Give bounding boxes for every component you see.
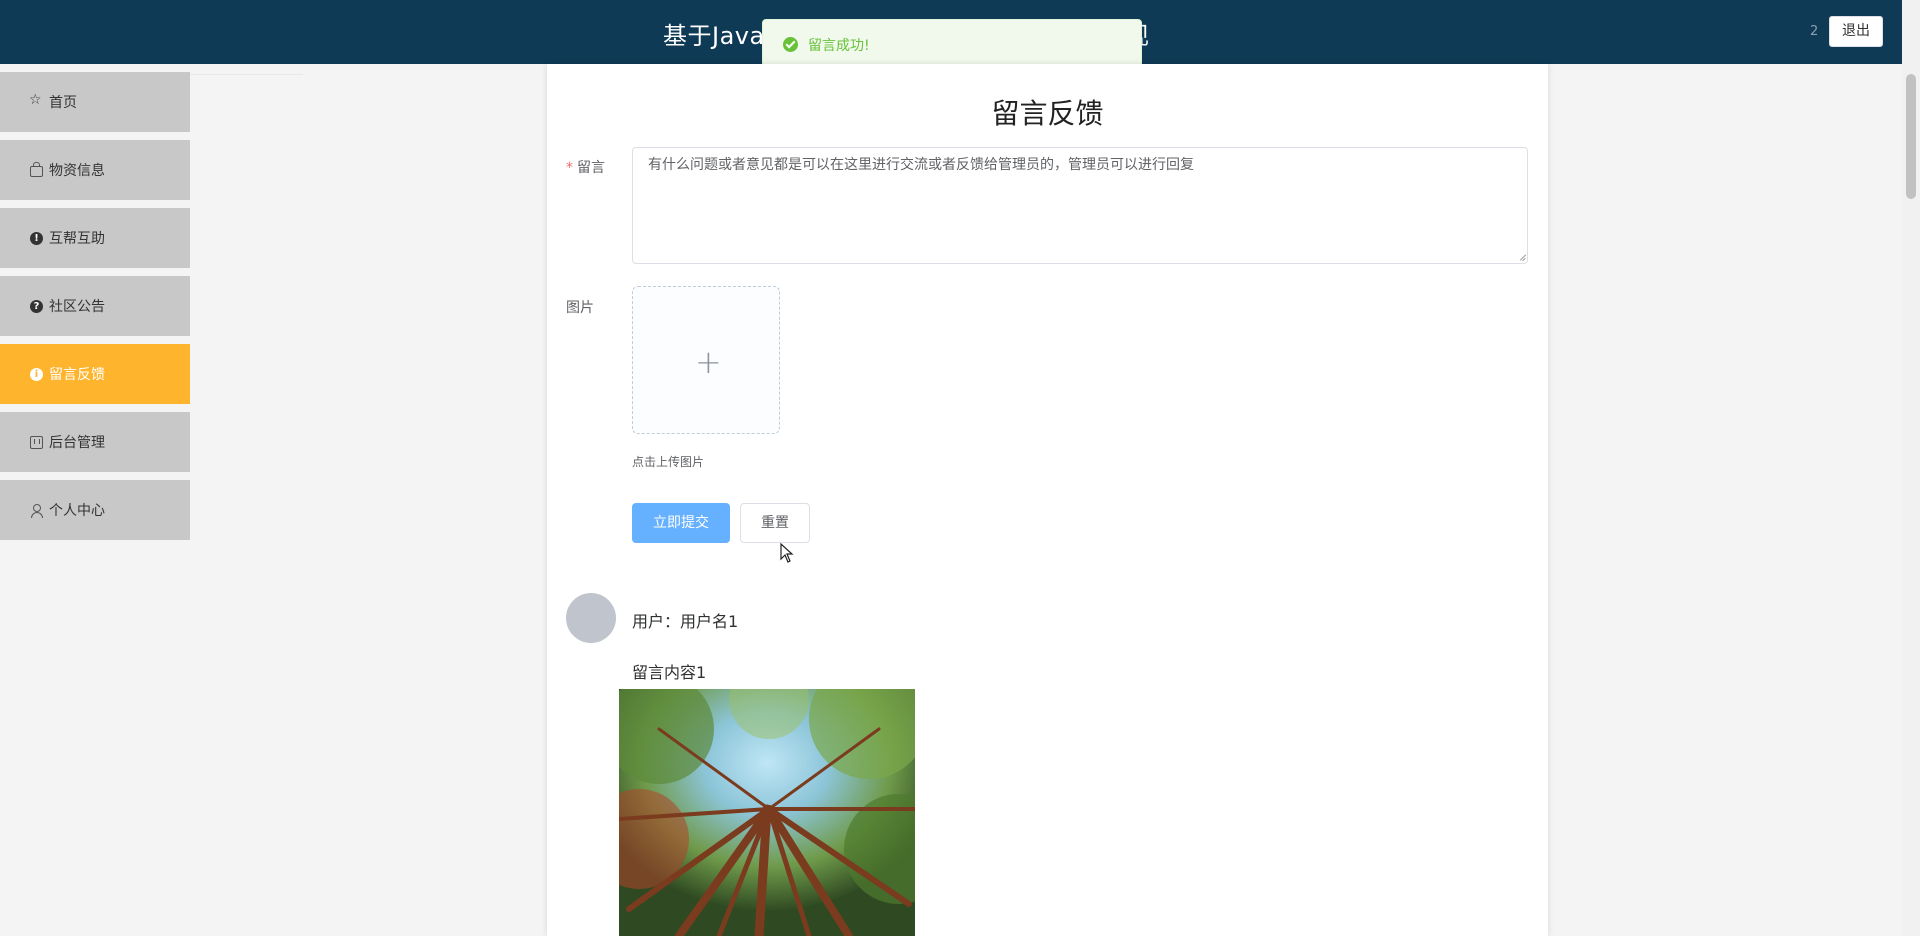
box-icon xyxy=(30,435,43,449)
message-textarea[interactable]: 有什么问题或者意见都是可以在这里进行交流或者反馈给管理员的，管理员可以进行回复 xyxy=(632,147,1528,264)
exclamation-icon: ! xyxy=(30,231,43,245)
logout-button[interactable]: 退出 xyxy=(1829,16,1883,47)
sidebar-item-profile[interactable]: 个人中心 xyxy=(0,480,190,540)
message-label: * 留言 xyxy=(566,157,605,177)
info-icon: i xyxy=(30,367,43,381)
plus-icon: + xyxy=(695,343,722,381)
sidebar-item-label: 互帮互助 xyxy=(49,231,105,247)
toast-message: 留言成功! xyxy=(808,38,870,54)
required-asterisk: * xyxy=(566,160,573,176)
sidebar-item-home[interactable]: 首页 xyxy=(0,72,190,132)
sidebar-item-feedback[interactable]: i 留言反馈 xyxy=(0,344,190,404)
message-label-text: 留言 xyxy=(577,160,605,176)
divider xyxy=(190,74,303,75)
sidebar-item-mutual-help[interactable]: ! 互帮互助 xyxy=(0,208,190,268)
sidebar-item-label: 个人中心 xyxy=(49,503,105,519)
success-check-icon xyxy=(783,37,798,52)
success-toast: 留言成功! xyxy=(762,19,1142,67)
sidebar-item-label: 留言反馈 xyxy=(49,367,105,383)
sidebar-item-label: 物资信息 xyxy=(49,163,105,179)
resize-handle-icon[interactable] xyxy=(1517,252,1526,261)
submit-button[interactable]: 立即提交 xyxy=(632,503,730,543)
feedback-panel: 留言反馈 * 留言 有什么问题或者意见都是可以在这里进行交流或者反馈给管理员的，管… xyxy=(547,64,1548,936)
sidebar-item-label: 社区公告 xyxy=(49,299,105,315)
mouse-cursor-icon xyxy=(780,543,794,563)
image-upload[interactable]: + xyxy=(632,286,780,434)
user-icon xyxy=(30,503,43,518)
page-scrollbar[interactable] xyxy=(1902,0,1920,936)
site-title: 基于Java现 xyxy=(663,16,1149,51)
message-image xyxy=(619,689,915,936)
sidebar-nav: 首页 物资信息 ! 互帮互助 ? 社区公告 i 留言反馈 后台管理 个人中心 xyxy=(0,72,190,548)
sidebar-item-announcements[interactable]: ? 社区公告 xyxy=(0,276,190,336)
star-icon xyxy=(29,92,43,109)
user-indicator: 2 xyxy=(1810,24,1819,39)
message-content: 留言内容1 xyxy=(632,663,707,682)
upload-tip: 点击上传图片 xyxy=(632,455,705,469)
sidebar-item-label: 后台管理 xyxy=(49,435,105,451)
image-label: 图片 xyxy=(566,300,594,316)
sidebar-item-label: 首页 xyxy=(49,95,77,111)
site-title-left: 基于Java xyxy=(663,22,765,50)
page-title: 留言反馈 xyxy=(991,97,1104,130)
avatar xyxy=(566,593,616,643)
question-icon: ? xyxy=(30,299,43,313)
bag-icon xyxy=(30,161,43,177)
reset-button[interactable]: 重置 xyxy=(740,503,810,543)
scrollbar-thumb[interactable] xyxy=(1906,74,1916,199)
sidebar-item-admin[interactable]: 后台管理 xyxy=(0,412,190,472)
sidebar-item-supplies[interactable]: 物资信息 xyxy=(0,140,190,200)
message-user: 用户：用户名1 xyxy=(632,612,739,631)
